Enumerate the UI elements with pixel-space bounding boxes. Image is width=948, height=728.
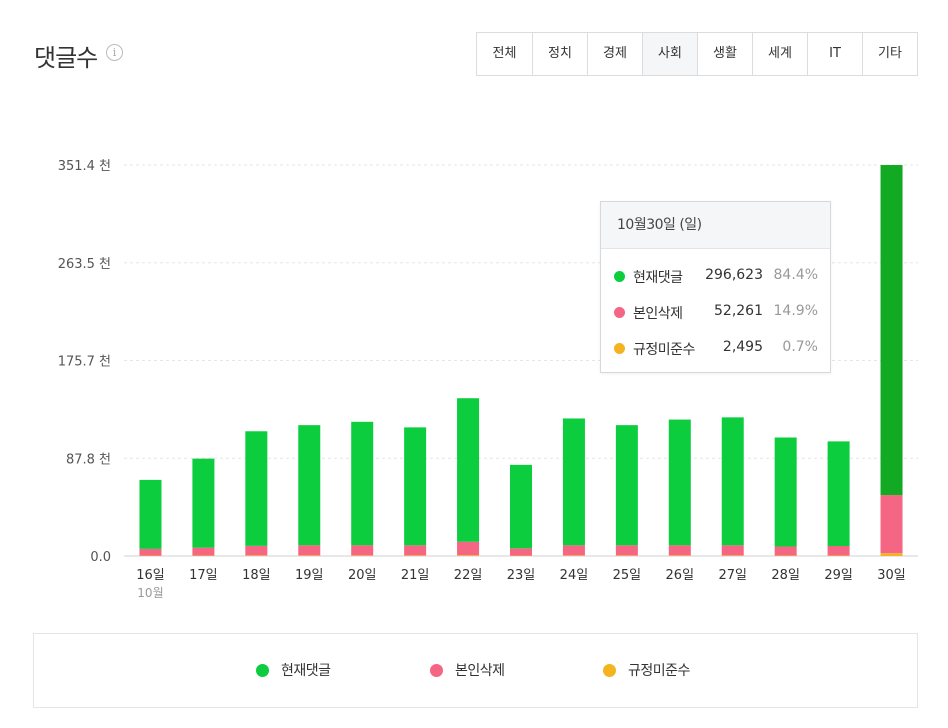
tooltip-value: 52,261 [714, 303, 763, 319]
bar-deleted [615, 545, 638, 556]
x-tick-label: 27일 [718, 568, 747, 583]
bar-current [351, 421, 374, 546]
tooltip-row-violation: 규정미준수 2,495 0.7% [601, 330, 830, 366]
bar-deleted [827, 545, 850, 556]
bar-current [139, 479, 162, 549]
bar-deleted [721, 545, 744, 556]
x-tick-label: 21일 [401, 568, 430, 583]
bar-violation [827, 555, 850, 556]
bar-violation [192, 555, 215, 556]
bar-current [721, 417, 744, 546]
x-tick-label: 30일 [877, 568, 906, 583]
bar-current [668, 419, 691, 546]
bar-violation [298, 555, 321, 556]
current-dot-icon [256, 664, 269, 677]
tooltip-row-deleted: 본인삭제 52,261 14.9% [601, 294, 830, 330]
tooltip-label: 현재댓글 [633, 270, 683, 286]
x-tick-label: 29일 [824, 568, 853, 583]
x-tick-label: 25일 [613, 568, 642, 583]
bar-deleted [192, 547, 215, 556]
legend-item-current[interactable]: 현재댓글 [256, 660, 331, 680]
bar-deleted [298, 545, 321, 556]
bar-violation [404, 555, 427, 556]
tooltip-label: 규정미준수 [633, 342, 695, 358]
legend-label: 본인삭제 [455, 663, 505, 679]
y-tick-label: 351.4 천 [58, 159, 111, 174]
x-tick-label: 26일 [666, 568, 695, 583]
violation-dot-icon [614, 343, 625, 354]
chart-legend: 현재댓글 본인삭제 규정미준수 [33, 633, 918, 708]
legend-item-violation[interactable]: 규정미준수 [603, 660, 690, 680]
tooltip-date: 10월30일 (일) [601, 202, 830, 249]
bar-violation [351, 555, 374, 556]
bar-current [774, 437, 797, 547]
bar-violation [562, 555, 585, 556]
bar-current [457, 398, 480, 542]
bar-deleted [562, 545, 585, 556]
x-tick-label: 23일 [507, 568, 536, 583]
bar-deleted [510, 548, 532, 556]
tooltip-percent: 0.7% [782, 339, 818, 355]
y-tick-label: 0.0 [90, 550, 111, 565]
deleted-dot-icon [614, 307, 625, 318]
y-tick-label: 87.8 천 [66, 452, 111, 467]
tooltip-value: 2,495 [722, 339, 763, 355]
bar-violation [721, 555, 744, 556]
bar-deleted [404, 545, 427, 556]
bar-deleted [245, 545, 268, 556]
x-tick-label: 16일 [136, 568, 165, 583]
bar-deleted [774, 546, 797, 556]
bar-violation [880, 553, 903, 556]
tooltip-label: 본인삭제 [633, 306, 683, 322]
x-month-label: 10월 [137, 586, 163, 600]
tooltip-value: 296,623 [705, 267, 763, 283]
x-tick-label: 18일 [242, 568, 271, 583]
bar-current [827, 441, 850, 546]
x-tick-label: 20일 [348, 568, 377, 583]
tooltip-percent: 84.4% [773, 267, 818, 283]
legend-label: 규정미준수 [628, 663, 690, 679]
x-tick-label: 19일 [295, 568, 324, 583]
legend-item-deleted[interactable]: 본인삭제 [430, 660, 505, 680]
bar-deleted [457, 541, 480, 556]
x-tick-label: 24일 [560, 568, 589, 583]
x-tick-label: 17일 [189, 568, 218, 583]
current-dot-icon [614, 271, 625, 282]
violation-dot-icon [603, 664, 616, 677]
x-tick-label: 28일 [771, 568, 800, 583]
bar-current [562, 418, 585, 546]
y-tick-label: 175.7 천 [58, 355, 111, 370]
bar-violation [668, 555, 691, 556]
bar-violation [615, 555, 638, 556]
x-tick-label: 22일 [454, 568, 483, 583]
bar-deleted [139, 548, 162, 556]
bar-current [510, 464, 532, 549]
bar-deleted [668, 545, 691, 556]
bar-current [298, 425, 321, 546]
deleted-dot-icon [430, 664, 443, 677]
legend-label: 현재댓글 [281, 663, 331, 679]
tooltip-row-current: 현재댓글 296,623 84.4% [601, 258, 830, 294]
y-tick-label: 263.5 천 [58, 257, 111, 272]
bar-current [880, 165, 903, 496]
bar-current [245, 431, 268, 546]
bar-current [615, 425, 638, 546]
bar-violation [245, 555, 268, 556]
chart-tooltip: 10월30일 (일) 현재댓글 296,623 84.4% 본인삭제 52,26… [600, 201, 831, 373]
bar-current [404, 427, 427, 546]
bar-violation [457, 555, 480, 556]
bar-deleted [351, 545, 374, 556]
bar-current [192, 458, 215, 548]
bar-deleted [880, 495, 903, 554]
tooltip-percent: 14.9% [773, 303, 818, 319]
bar-violation [774, 555, 797, 556]
